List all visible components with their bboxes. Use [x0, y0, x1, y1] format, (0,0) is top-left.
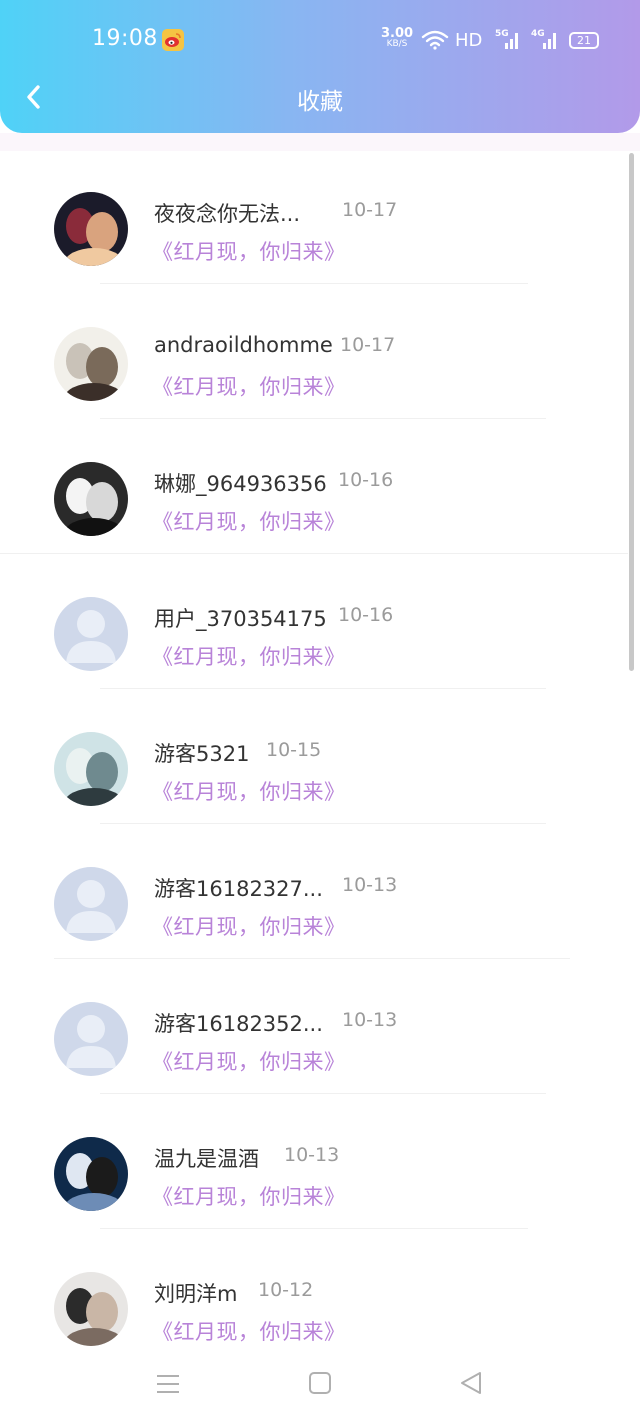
- avatar[interactable]: [54, 327, 128, 401]
- divider: [100, 688, 546, 689]
- book-title-link[interactable]: 《红月现，你归来》: [152, 236, 346, 266]
- divider: [100, 418, 546, 419]
- list-item[interactable]: 游客16182352... 10-13 《红月现，你归来》: [0, 960, 640, 1095]
- hd-indicator: HD: [455, 30, 483, 51]
- divider: [100, 1228, 528, 1229]
- user-name: 琳娜_964936356: [154, 472, 327, 496]
- user-name: 刘明洋m: [154, 1282, 238, 1306]
- status-bar: 19:08 3.00 KB/S HD 5G 4G 21: [0, 0, 640, 80]
- status-time: 19:08: [92, 26, 158, 51]
- user-name: 温九是温酒: [154, 1147, 259, 1171]
- default-avatar-icon[interactable]: [54, 867, 128, 941]
- book-title-link[interactable]: 《红月现，你归来》: [152, 911, 346, 941]
- user-name: 游客5321: [154, 742, 250, 766]
- favorite-date: 10-17: [342, 199, 398, 221]
- weibo-notification-icon: [162, 29, 184, 51]
- list-item[interactable]: andraoildhomme 10-17 《红月现，你归来》: [0, 285, 640, 420]
- favorite-date: 10-13: [342, 874, 398, 896]
- user-name: 用户_370354175: [154, 607, 327, 631]
- favorite-date: 10-16: [338, 469, 394, 491]
- square-home-icon: [309, 1372, 331, 1394]
- divider: [100, 283, 528, 284]
- book-title-link[interactable]: 《红月现，你归来》: [152, 506, 346, 536]
- list-item[interactable]: 用户_370354175 10-16 《红月现，你归来》: [0, 555, 640, 690]
- avatar[interactable]: [54, 1272, 128, 1346]
- book-title-link[interactable]: 《红月现，你归来》: [152, 641, 346, 671]
- back-nav-button[interactable]: [453, 1369, 489, 1399]
- book-title-link[interactable]: 《红月现，你归来》: [152, 1046, 346, 1076]
- divider: [54, 958, 570, 959]
- favorite-date: 10-16: [338, 604, 394, 626]
- menu-icon: [157, 1375, 179, 1393]
- favorite-date: 10-13: [342, 1009, 398, 1031]
- list-item[interactable]: 夜夜念你无法... 10-17 《红月现，你归来》: [0, 150, 640, 285]
- divider: [0, 553, 628, 554]
- menu-button[interactable]: [150, 1369, 186, 1399]
- app-header: 19:08 3.00 KB/S HD 5G 4G 21 收藏: [0, 0, 640, 133]
- triangle-back-icon: [461, 1372, 481, 1394]
- home-button[interactable]: [302, 1369, 338, 1399]
- favorite-date: 10-12: [258, 1279, 314, 1301]
- avatar[interactable]: [54, 1137, 128, 1211]
- user-name: andraoildhomme: [154, 333, 333, 357]
- avatar[interactable]: [54, 462, 128, 536]
- wifi-icon: [421, 30, 449, 54]
- book-title-link[interactable]: 《红月现，你归来》: [152, 371, 346, 401]
- divider: [100, 823, 546, 824]
- list-item[interactable]: 游客16182327... 10-13 《红月现，你归来》: [0, 825, 640, 960]
- favorite-date: 10-15: [266, 739, 322, 761]
- network-speed-value: 3.00: [381, 26, 414, 41]
- user-name: 游客16182327...: [154, 877, 323, 901]
- page-title: 收藏: [297, 89, 343, 115]
- avatar[interactable]: [54, 192, 128, 266]
- user-name: 游客16182352...: [154, 1012, 323, 1036]
- default-avatar-icon[interactable]: [54, 597, 128, 671]
- list-item[interactable]: 琳娜_964936356 10-16 《红月现，你归来》: [0, 420, 640, 555]
- scrollbar[interactable]: [629, 153, 634, 671]
- book-title-link[interactable]: 《红月现，你归来》: [152, 1316, 346, 1346]
- list-item[interactable]: 刘明洋m 10-12 《红月现，你归来》: [0, 1230, 640, 1365]
- system-navigation-bar: [0, 1355, 640, 1422]
- divider: [100, 1093, 546, 1094]
- book-title-link[interactable]: 《红月现，你归来》: [152, 1181, 346, 1211]
- list-item[interactable]: 游客5321 10-15 《红月现，你归来》: [0, 690, 640, 825]
- default-avatar-icon[interactable]: [54, 1002, 128, 1076]
- favorite-date: 10-13: [284, 1144, 340, 1166]
- network-speed: 3.00 KB/S: [381, 26, 414, 50]
- header-spacer: [0, 133, 640, 151]
- battery-icon: 21: [569, 32, 599, 49]
- list-item[interactable]: 温九是温酒 10-13 《红月现，你归来》: [0, 1095, 640, 1230]
- avatar[interactable]: [54, 732, 128, 806]
- book-title-link[interactable]: 《红月现，你归来》: [152, 776, 346, 806]
- favorite-date: 10-17: [340, 334, 396, 356]
- battery-level: 21: [577, 34, 591, 47]
- user-name: 夜夜念你无法...: [154, 202, 301, 226]
